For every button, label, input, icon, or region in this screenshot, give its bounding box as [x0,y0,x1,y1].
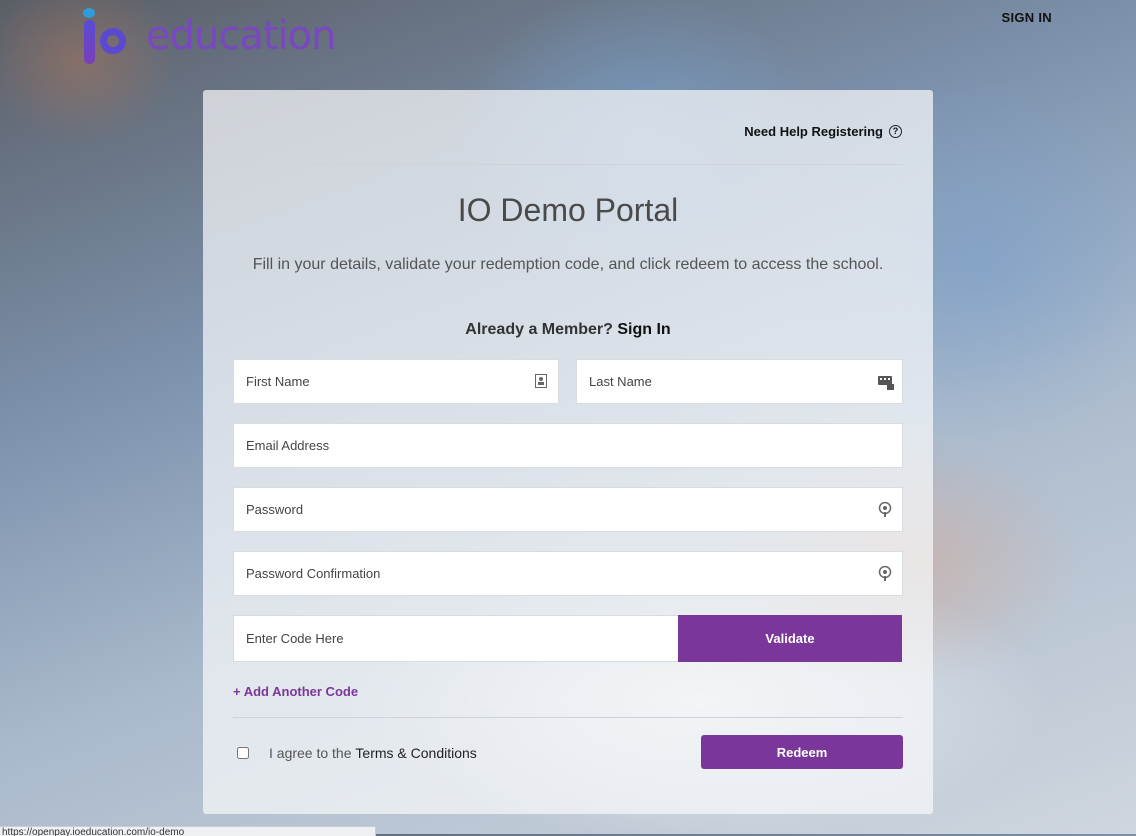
last-name-input[interactable] [577,360,902,403]
redeem-button[interactable]: Redeem [701,735,903,769]
password-field [233,487,903,532]
agree-prefix: I agree to the [269,745,352,761]
member-prefix: Already a Member? [465,321,613,338]
terms-link[interactable]: Terms & Conditions [355,745,476,761]
registration-panel: Need Help Registering ? IO Demo Portal F… [203,90,933,814]
keyboard-icon [878,374,894,390]
email-field [233,423,903,468]
password-confirm-field [233,551,903,596]
terms-agreement: I agree to the Terms & Conditions [235,745,477,761]
add-another-code-link[interactable]: + Add Another Code [233,684,358,699]
logo-text: education [146,13,336,59]
member-signin-link[interactable]: Sign In [617,321,670,338]
io-logo-icon [82,8,138,64]
code-input[interactable] [234,616,678,661]
password-key-icon [878,565,892,582]
first-name-input[interactable] [234,360,558,403]
code-field [233,615,679,662]
password-confirm-input[interactable] [234,552,902,595]
validate-button[interactable]: Validate [678,615,902,662]
last-name-field [576,359,903,404]
browser-status-bar: https://openpay.ioeducation.com/io-demo [0,826,376,836]
contact-card-icon [534,374,548,390]
password-input[interactable] [234,488,902,531]
page-title: IO Demo Portal [457,192,679,228]
brand-logo[interactable]: education [82,6,336,66]
help-registering-link[interactable]: Need Help Registering ? [744,124,902,139]
member-prompt: Already a Member? Sign In [203,321,933,339]
question-circle-icon: ? [889,125,902,138]
first-name-field [233,359,559,404]
agree-checkbox[interactable] [237,747,249,759]
help-label: Need Help Registering [744,124,883,139]
password-key-icon [878,501,892,518]
top-signin-link[interactable]: SIGN IN [1002,10,1053,25]
email-input[interactable] [234,424,902,467]
top-divider [233,164,903,165]
bottom-divider [233,717,903,718]
page-subtitle: Fill in your details, validate your rede… [252,256,884,273]
